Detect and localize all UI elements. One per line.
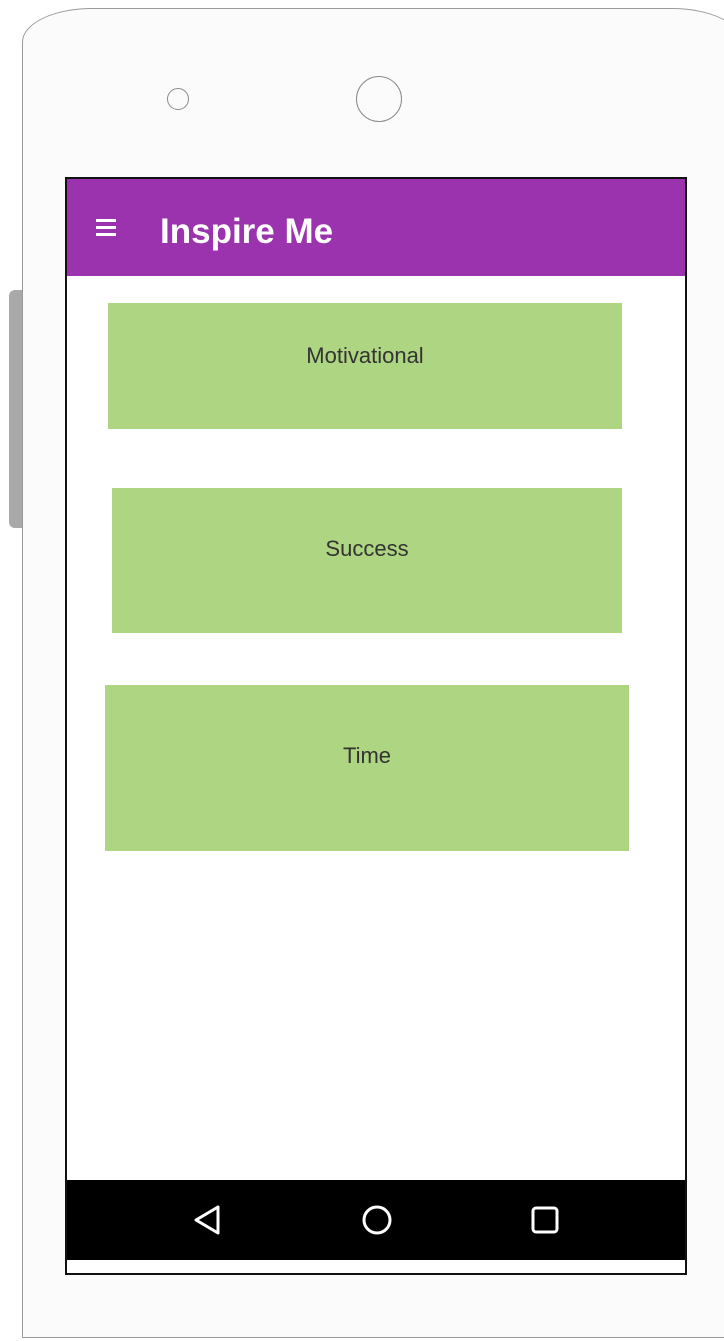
app-bar: Inspire Me	[67, 179, 685, 276]
phone-screen: Inspire Me Motivational Success Time	[65, 177, 687, 1275]
phone-side-button	[9, 290, 23, 528]
hamburger-menu-icon[interactable]	[96, 219, 116, 236]
category-button-time[interactable]: Time	[105, 685, 629, 851]
home-button[interactable]	[337, 1180, 417, 1260]
recent-apps-button[interactable]	[505, 1180, 585, 1260]
recent-apps-square-icon	[531, 1206, 559, 1234]
system-nav-bar	[67, 1180, 685, 1260]
category-label: Motivational	[306, 343, 424, 368]
back-triangle-icon	[194, 1205, 220, 1235]
category-button-motivational[interactable]: Motivational	[108, 303, 622, 429]
stage: Inspire Me Motivational Success Time	[0, 0, 724, 1341]
category-label: Success	[325, 536, 409, 561]
category-button-success[interactable]: Success	[112, 488, 622, 633]
category-list: Motivational Success Time	[67, 276, 685, 1180]
back-button[interactable]	[167, 1180, 247, 1260]
phone-sensor-icon	[167, 88, 189, 110]
category-label: Time	[342, 743, 392, 768]
home-circle-icon	[362, 1205, 392, 1235]
app-title: Inspire Me	[160, 212, 334, 251]
phone-camera-icon	[356, 76, 402, 122]
